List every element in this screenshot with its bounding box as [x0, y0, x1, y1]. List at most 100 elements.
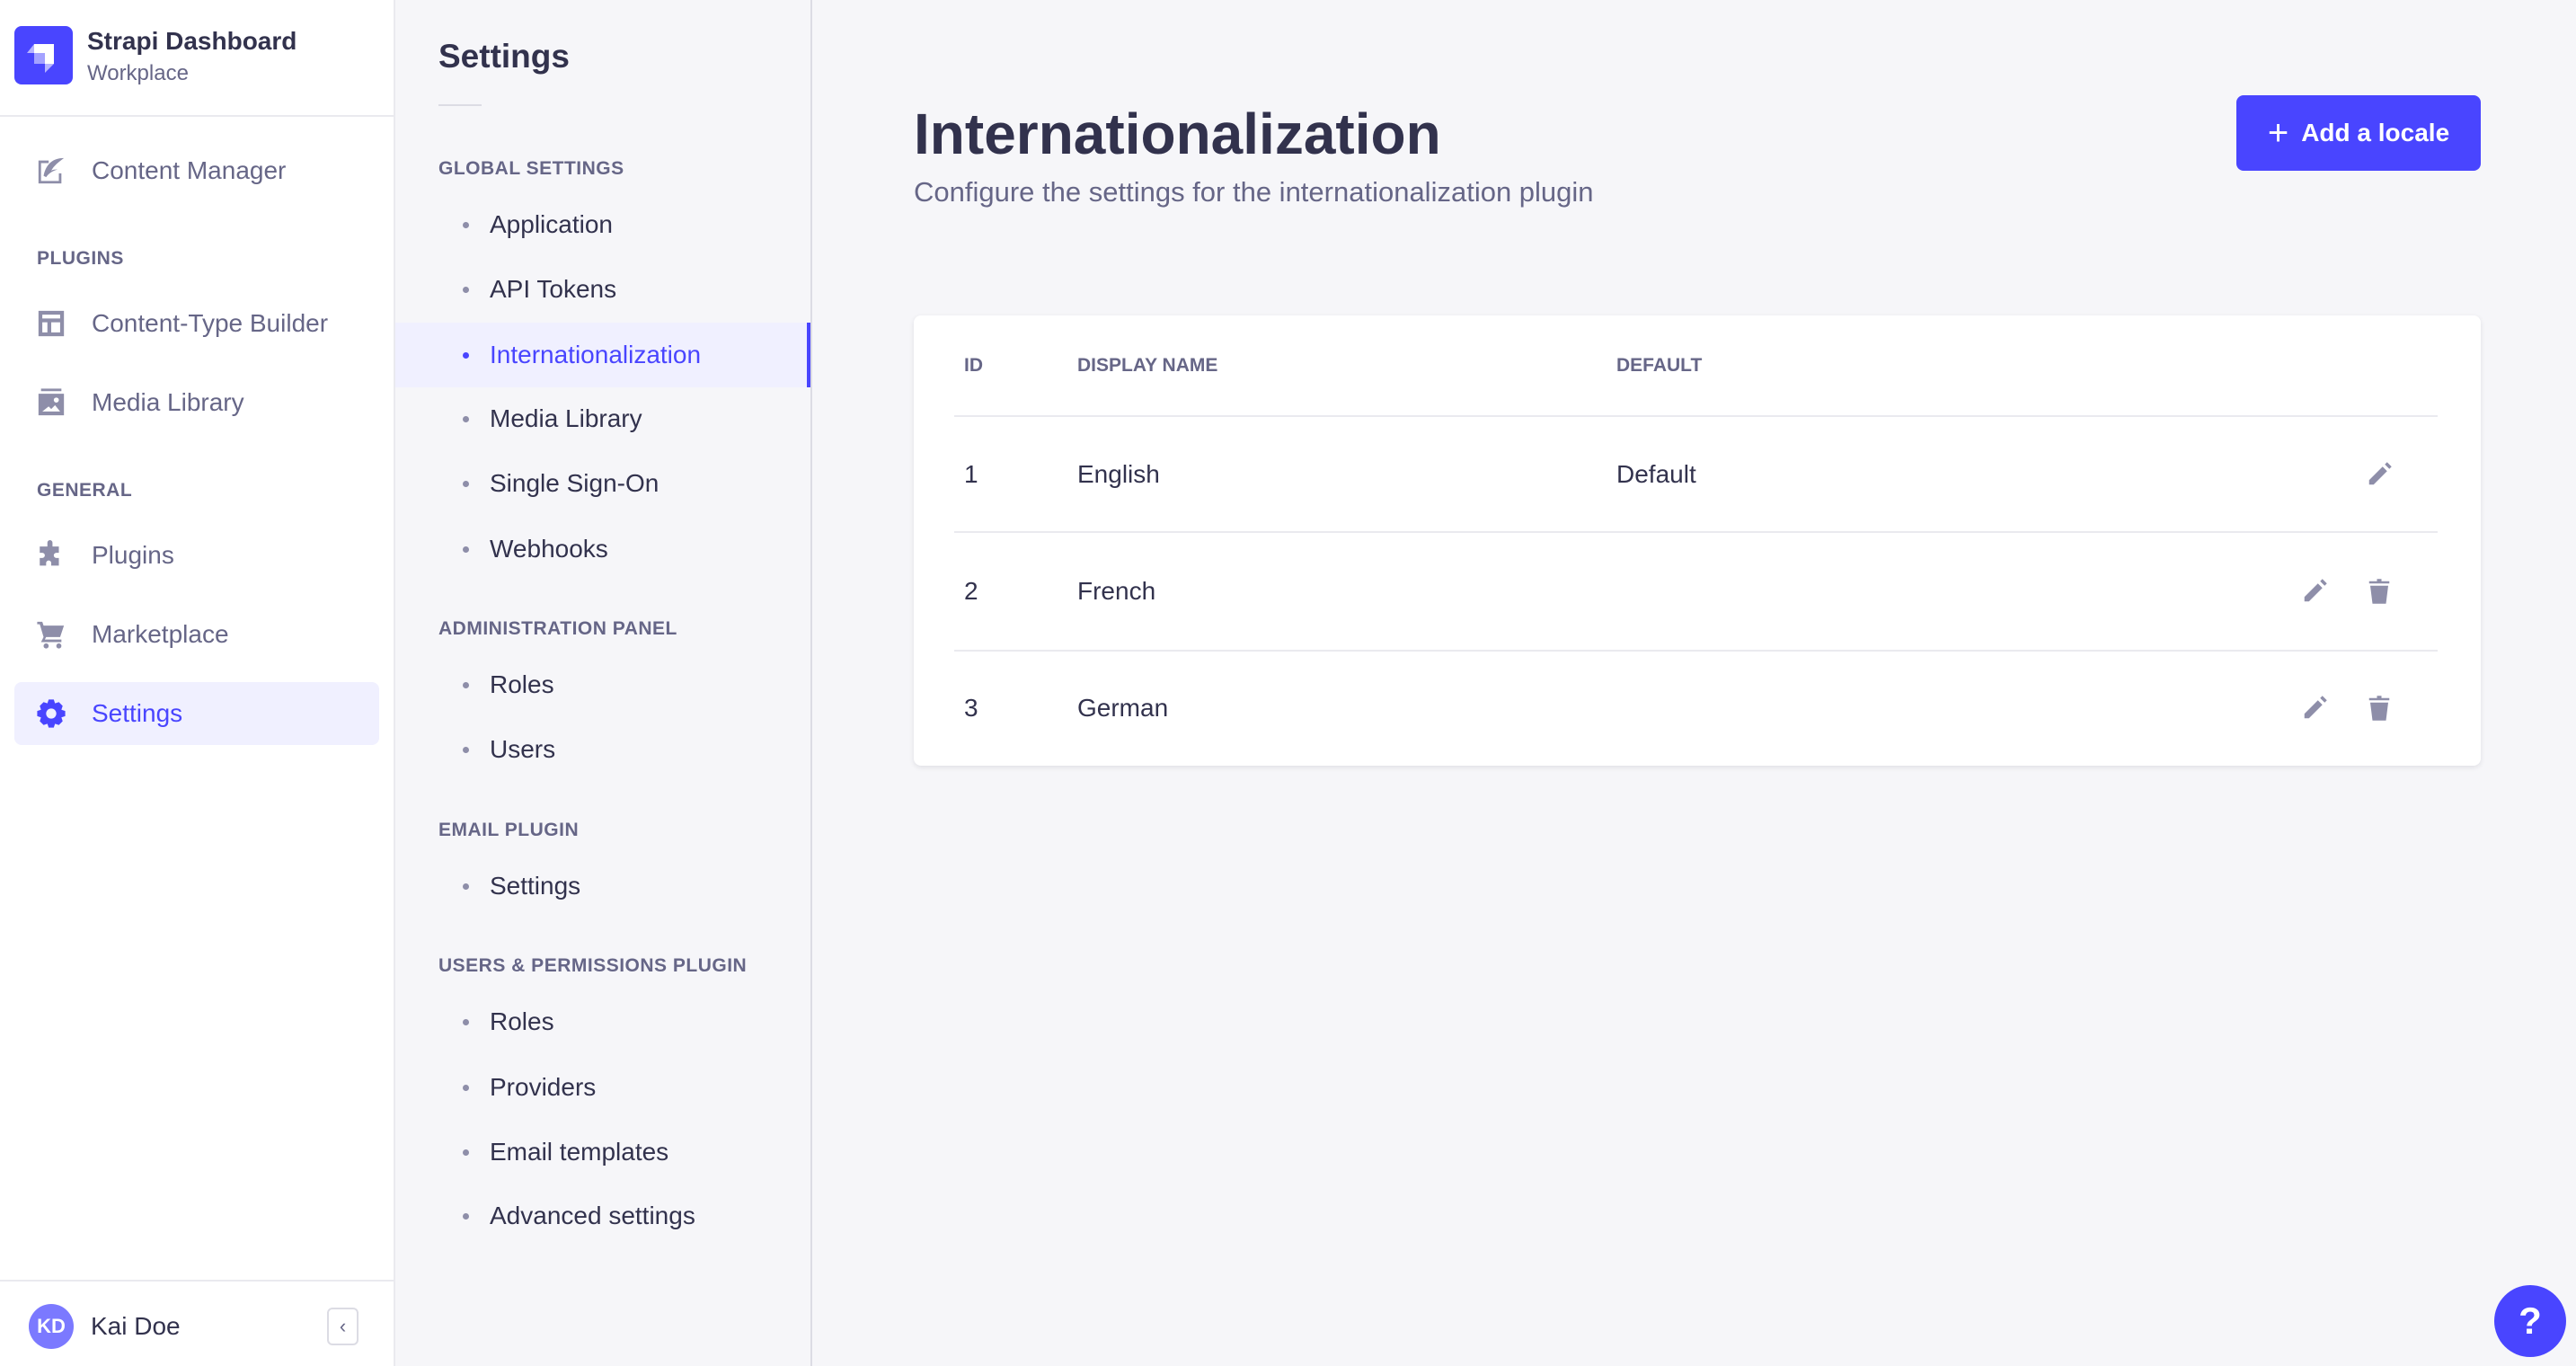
bullet-icon — [463, 1019, 469, 1025]
help-button[interactable]: ? — [2494, 1285, 2566, 1357]
subnav-title: Settings — [438, 38, 570, 75]
item-label: Roles — [490, 670, 554, 698]
subnav-item-email-templates[interactable]: Email templates — [395, 1120, 810, 1184]
divider — [438, 104, 482, 106]
nav-label: Media Library — [92, 388, 244, 416]
bullet-icon — [463, 747, 469, 753]
locales-table: ID DISPLAY NAME DEFAULT 1 English Defaul… — [914, 315, 2481, 766]
cell-id: 1 — [964, 460, 978, 488]
item-label: Application — [490, 210, 613, 238]
plus-icon: + — [2267, 113, 2289, 153]
subnav-item-single-sign-on[interactable]: Single Sign-On — [395, 451, 810, 516]
puzzle-icon — [40, 540, 59, 566]
workspace-name: Workplace — [87, 61, 189, 85]
bullet-icon — [463, 883, 469, 890]
collapse-nav-button[interactable]: ‹ — [327, 1308, 359, 1345]
nav-section-general: GENERAL — [37, 480, 133, 501]
bullet-icon — [463, 1085, 469, 1091]
avatar[interactable]: KD — [29, 1304, 74, 1349]
user-name[interactable]: Kai Doe — [91, 1312, 181, 1341]
layout-icon — [38, 310, 65, 337]
image-icon — [38, 388, 65, 416]
bullet-icon — [463, 416, 469, 422]
subnav-item-up-roles[interactable]: Roles — [395, 989, 810, 1054]
button-label: Add a locale — [2301, 119, 2450, 146]
bullet-icon — [463, 352, 469, 359]
main-nav: Strapi Dashboard Workplace Content Manag… — [0, 0, 395, 1366]
subnav-item-webhooks[interactable]: Webhooks — [395, 517, 810, 581]
nav-label: Content Manager — [92, 156, 287, 184]
bullet-icon — [463, 682, 469, 688]
divider — [954, 415, 2438, 417]
nav-item-content-type-builder[interactable]: Content-Type Builder — [14, 292, 379, 355]
cell-default: Default — [1616, 460, 1696, 488]
item-label: Email templates — [490, 1138, 669, 1166]
subnav-item-api-tokens[interactable]: API Tokens — [395, 257, 810, 322]
chevron-left-icon: ‹ — [339, 1315, 347, 1337]
trash-icon[interactable] — [2366, 578, 2393, 605]
nav-item-settings[interactable]: Settings — [14, 682, 379, 745]
subnav-item-application[interactable]: Application — [395, 192, 810, 257]
section-global-settings: GLOBAL SETTINGS — [438, 158, 624, 179]
bullet-icon — [463, 222, 469, 228]
nav-label: Marketplace — [92, 620, 229, 648]
cell-id: 3 — [964, 694, 978, 722]
trash-icon[interactable] — [2366, 695, 2393, 722]
item-label: Advanced settings — [490, 1202, 695, 1229]
settings-subnav: Settings GLOBAL SETTINGS Application API… — [395, 0, 812, 1366]
column-header-display-name: DISPLAY NAME — [1077, 355, 1218, 376]
subnav-item-email-settings[interactable]: Settings — [395, 854, 810, 918]
item-label: API Tokens — [490, 275, 617, 303]
gear-icon — [37, 699, 66, 728]
cell-id: 2 — [964, 577, 978, 605]
nav-header: Strapi Dashboard Workplace — [0, 0, 394, 117]
section-email-plugin: EMAIL PLUGIN — [438, 820, 580, 840]
cart-icon — [37, 621, 65, 649]
column-header-default: DEFAULT — [1616, 355, 1703, 376]
section-users-permissions: USERS & PERMISSIONS PLUGIN — [438, 955, 748, 976]
section-administration-panel: ADMINISTRATION PANEL — [438, 618, 677, 639]
item-label: Providers — [490, 1073, 597, 1101]
divider — [954, 531, 2438, 533]
cell-name: English — [1077, 460, 1160, 488]
add-locale-button[interactable]: + Add a locale — [2236, 95, 2481, 171]
column-header-id: ID — [964, 355, 983, 376]
item-label: Webhooks — [490, 535, 608, 563]
subnav-item-media-library[interactable]: Media Library — [395, 386, 810, 451]
page-title: Internationalization — [914, 102, 1441, 166]
item-label: Users — [490, 735, 556, 763]
subnav-item-users[interactable]: Users — [395, 717, 810, 782]
cell-name: German — [1077, 694, 1169, 722]
bullet-icon — [463, 1213, 469, 1220]
nav-label: Settings — [92, 699, 183, 727]
strapi-logo — [14, 26, 73, 84]
item-label: Single Sign-On — [490, 469, 659, 497]
bullet-icon — [463, 1149, 469, 1156]
edit-icon[interactable] — [2301, 578, 2328, 605]
bullet-icon — [463, 546, 469, 553]
feather-icon — [38, 157, 65, 184]
nav-item-plugins[interactable]: Plugins — [14, 524, 379, 587]
nav-label: Content-Type Builder — [92, 309, 329, 337]
nav-item-marketplace[interactable]: Marketplace — [14, 603, 379, 666]
subnav-item-internationalization[interactable]: Internationalization — [395, 323, 810, 387]
item-label: Media Library — [490, 404, 642, 432]
edit-icon[interactable] — [2301, 695, 2328, 722]
cell-name: French — [1077, 577, 1156, 605]
nav-item-media-library[interactable]: Media Library — [14, 371, 379, 434]
edit-icon[interactable] — [2366, 461, 2393, 488]
item-label: Internationalization — [490, 341, 702, 368]
nav-section-plugins: PLUGINS — [37, 248, 124, 269]
subnav-item-providers[interactable]: Providers — [395, 1055, 810, 1120]
bullet-icon — [463, 287, 469, 293]
item-label: Settings — [490, 872, 581, 900]
bullet-icon — [463, 481, 469, 487]
nav-label: Plugins — [92, 541, 174, 569]
page-subtitle: Configure the settings for the internati… — [914, 176, 1594, 208]
subnav-item-advanced-settings[interactable]: Advanced settings — [395, 1184, 810, 1248]
nav-item-content-manager[interactable]: Content Manager — [14, 139, 379, 202]
app-title: Strapi Dashboard — [87, 27, 297, 55]
item-label: Roles — [490, 1007, 554, 1035]
subnav-item-roles[interactable]: Roles — [395, 652, 810, 717]
divider — [954, 650, 2438, 652]
